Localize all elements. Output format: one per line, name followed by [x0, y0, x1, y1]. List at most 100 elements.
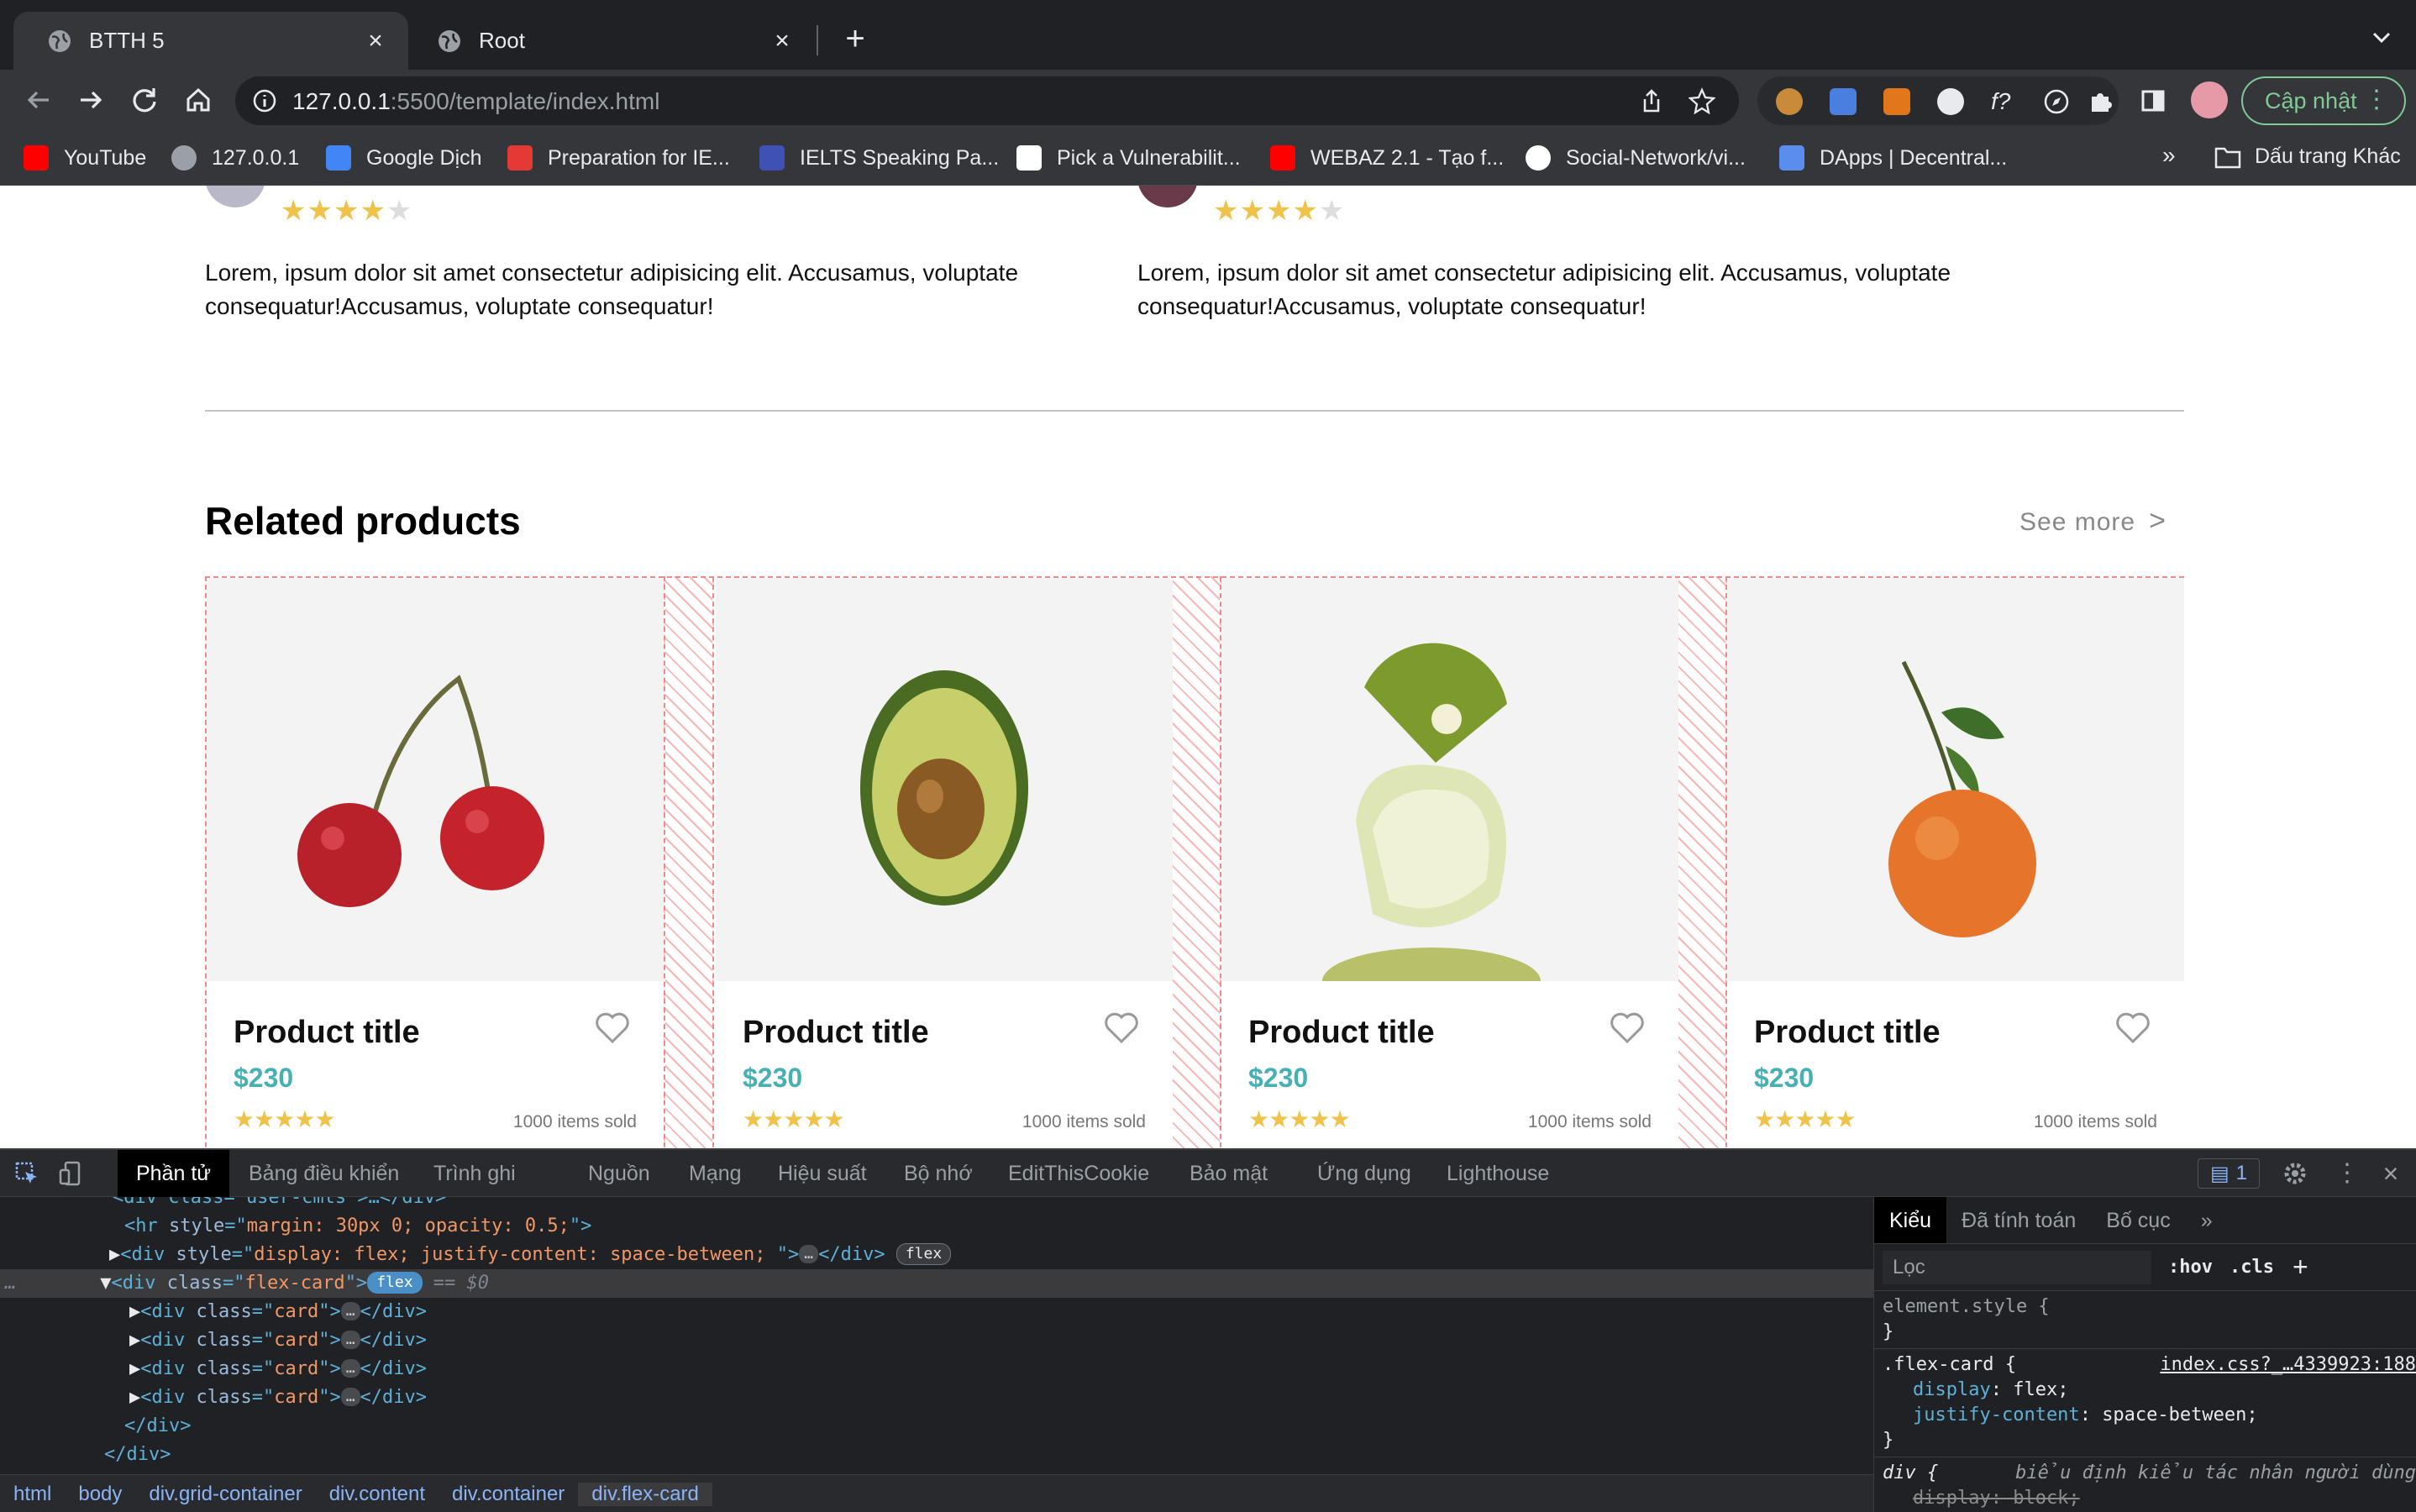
devtools-tab[interactable]: Bộ nhớ [885, 1150, 991, 1197]
profile-avatar[interactable] [2191, 81, 2228, 118]
bookmark-item[interactable]: Preparation for IE... [507, 144, 730, 171]
product-card[interactable]: Product title $230 ★★★★★ 1000 items sold [1727, 578, 2184, 1148]
heart-icon[interactable] [1608, 1008, 1647, 1047]
side-panel-icon[interactable] [2140, 88, 2166, 113]
dom-node[interactable]: ▶<div class="card">… </div> [0, 1383, 1873, 1412]
bookmark-item[interactable]: DApps | Decentral... [1779, 144, 2007, 171]
close-icon[interactable]: × [2377, 1160, 2404, 1187]
product-title[interactable]: Product title [234, 1015, 420, 1051]
tab-root[interactable]: Root × [420, 12, 815, 70]
gear-icon[interactable] [2282, 1160, 2308, 1187]
stylesheet-link[interactable]: index.css?_…4339923:188 [2160, 1352, 2416, 1378]
devtools-tab[interactable]: Hiệu suất [759, 1150, 885, 1197]
star-icon: ★ [763, 1106, 784, 1132]
cls-toggle[interactable]: .cls [2230, 1257, 2274, 1278]
close-icon[interactable]: × [768, 27, 796, 55]
dom-node[interactable]: ▶<div style="display: flex; justify-cont… [0, 1241, 1873, 1269]
more-vert-icon[interactable]: ⋮ [2364, 85, 2389, 114]
breadcrumb-item[interactable]: div.content [316, 1483, 439, 1506]
heart-icon[interactable] [593, 1008, 632, 1047]
bookmark-item[interactable]: Google Dịch [326, 144, 482, 171]
address-bar[interactable]: 127.0.0.1:5500/template/index.html [235, 76, 1739, 125]
product-image[interactable] [1727, 578, 2184, 981]
styles-tab[interactable]: Bố cục [2091, 1197, 2185, 1243]
star-icon: ★ [1248, 1106, 1269, 1132]
globe-icon [171, 145, 197, 171]
function-icon[interactable]: f? [1991, 88, 2018, 115]
inspect-icon[interactable] [13, 1160, 40, 1187]
forward-icon[interactable] [72, 81, 109, 118]
breadcrumb-item[interactable]: div.container [439, 1483, 578, 1506]
devtools-tab[interactable]: Ứng dụng [1299, 1150, 1430, 1197]
product-image[interactable] [207, 578, 664, 981]
update-button[interactable]: Cập nhật ⋮ [2241, 76, 2406, 125]
dom-node[interactable]: ▶<div class="card">… </div> [0, 1355, 1873, 1383]
cookie-extension-icon[interactable] [1776, 88, 1803, 115]
google-translate-icon[interactable] [1830, 88, 1857, 115]
more-vert-icon[interactable]: ⋮ [2334, 1160, 2361, 1187]
devtools-tab[interactable]: Phần tử [118, 1150, 230, 1197]
close-icon[interactable]: × [361, 27, 390, 55]
styles-tab[interactable]: » [2186, 1197, 2228, 1243]
product-card[interactable]: Product title $230 ★★★★★ 1000 items sold [1221, 578, 1678, 1148]
compass-icon[interactable] [2043, 88, 2070, 115]
devtools-tab[interactable]: Lighthouse [1428, 1150, 1568, 1197]
devtools-tab[interactable]: Bảo mật [1171, 1150, 1286, 1197]
share-icon[interactable] [1638, 87, 1665, 114]
device-toolbar-icon[interactable] [57, 1160, 84, 1187]
dom-node[interactable]: ▶<div class="card">… </div> [0, 1298, 1873, 1326]
breadcrumb-item[interactable]: div.grid-container [135, 1483, 315, 1506]
info-icon[interactable] [252, 88, 277, 113]
devtools-tab[interactable]: Trình ghi [415, 1150, 534, 1197]
product-card[interactable]: Product title $230 ★★★★★ 1000 items sold [207, 578, 664, 1148]
tab-btth5[interactable]: BTTH 5 × [13, 12, 408, 70]
bookmark-item[interactable]: YouTube [24, 144, 146, 171]
breadcrumb-item[interactable]: div.flex-card [578, 1483, 712, 1506]
devtools-tab[interactable]: Nguồn [570, 1150, 669, 1197]
breadcrumb-item[interactable]: html [0, 1483, 65, 1506]
product-title[interactable]: Product title [1754, 1015, 1941, 1051]
product-title[interactable]: Product title [743, 1015, 929, 1051]
star-icon[interactable] [1689, 87, 1715, 114]
product-image[interactable] [716, 578, 1173, 981]
puzzle-icon[interactable] [2087, 88, 2114, 115]
see-more-link[interactable]: See more > [2019, 505, 2167, 538]
add-rule-icon[interactable]: + [2293, 1252, 2308, 1283]
chevron-down-icon[interactable] [2367, 24, 2396, 52]
tab-title: Root [479, 28, 525, 53]
dom-node-selected[interactable]: … ▼<div class="flex-card"> flex == $0 [0, 1269, 1873, 1298]
dom-node[interactable]: <hr style="margin: 30px 0; opacity: 0.5;… [0, 1212, 1873, 1241]
devtools-tab[interactable]: Mạng [670, 1150, 760, 1197]
bookmarks-overflow-button[interactable]: » [2162, 142, 2176, 169]
new-tab-button[interactable]: + [837, 20, 874, 57]
back-icon[interactable] [20, 81, 57, 118]
bookmark-item[interactable]: WEBAZ 2.1 - Tạo f... [1270, 144, 1504, 171]
heart-icon[interactable] [2114, 1008, 2152, 1047]
dom-node[interactable]: ▶<div class="card">… </div> [0, 1326, 1873, 1355]
reload-icon[interactable] [126, 81, 163, 118]
metamask-icon[interactable] [1883, 88, 1910, 115]
hov-toggle[interactable]: :hov [2168, 1257, 2213, 1278]
items-sold: 1000 items sold [1527, 1112, 1652, 1131]
bookmark-item[interactable]: Pick a Vulnerabilit... [1016, 144, 1241, 171]
bookmark-item[interactable]: Social-Network/vi... [1526, 144, 1746, 171]
heart-icon[interactable] [1102, 1008, 1141, 1047]
devtools-tab[interactable]: EditThisCookie [990, 1150, 1168, 1197]
dom-node[interactable]: </div> [0, 1441, 1873, 1466]
styles-tab[interactable]: Đã tính toán [1946, 1197, 2091, 1243]
dom-node[interactable]: <div class="user-cmts">…</div> [0, 1197, 1873, 1212]
product-title[interactable]: Product title [1248, 1015, 1435, 1051]
filter-input[interactable]: Lọc [1883, 1250, 2151, 1284]
product-image[interactable] [1221, 578, 1678, 1015]
extension-icon[interactable] [1937, 88, 1964, 115]
dom-node[interactable]: </div> [0, 1412, 1873, 1441]
bookmark-item[interactable]: 127.0.0.1 [171, 144, 299, 171]
issues-badge[interactable]: ▤ 1 [2198, 1158, 2260, 1189]
styles-tab[interactable]: Kiểu [1874, 1197, 1947, 1243]
home-icon[interactable] [180, 81, 217, 118]
devtools-tab[interactable]: Bảng điều khiển [230, 1150, 418, 1197]
product-card[interactable]: Product title $230 ★★★★★ 1000 items sold [716, 578, 1173, 1148]
breadcrumb-item[interactable]: body [65, 1483, 135, 1506]
other-bookmarks-folder[interactable]: Dấu trang Khác [2214, 144, 2401, 169]
bookmark-item[interactable]: IELTS Speaking Pa... [759, 144, 999, 171]
